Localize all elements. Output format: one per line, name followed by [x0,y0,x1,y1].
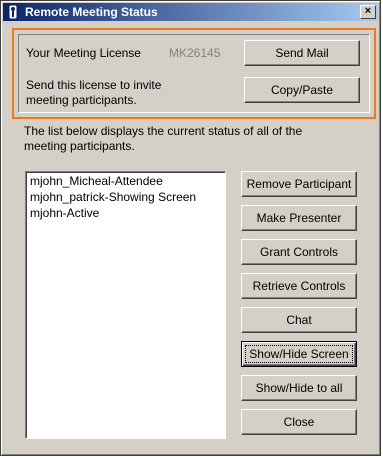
license-panel: Your Meeting License MK26145 Send this l… [12,28,376,119]
chat-button[interactable]: Chat [241,307,357,333]
description-line2: meeting participants. [24,139,135,153]
window-title: Remote Meeting Status [25,5,158,19]
remove-participant-button[interactable]: Remove Participant [241,171,357,197]
close-icon[interactable]: × [360,5,376,19]
title-bar[interactable]: Remote Meeting Status × [3,3,378,21]
show-hide-to-all-button[interactable]: Show/Hide to all [241,375,357,401]
license-value: MK26145 [169,46,221,60]
license-label: Your Meeting License [26,46,141,60]
show-hide-screen-button[interactable]: Show/Hide Screen [241,341,357,367]
app-key-icon [6,4,20,20]
remote-meeting-status-window: Remote Meeting Status × Your Meeting Lic… [0,0,381,456]
participant-list[interactable]: mjohn_Micheal-Attendee mjohn_patrick-Sho… [25,171,226,439]
close-button[interactable]: Close [241,409,357,435]
list-item[interactable]: mjohn-Active [30,206,99,221]
description-line1: The list below displays the current stat… [24,124,303,138]
license-hint-line2: meeting participants. [26,93,137,107]
list-item[interactable]: mjohn_Micheal-Attendee [30,174,163,189]
grant-controls-button[interactable]: Grant Controls [241,239,357,265]
copy-paste-button[interactable]: Copy/Paste [244,77,360,103]
send-mail-button[interactable]: Send Mail [244,40,360,66]
license-hint-line1: Send this license to invite [26,78,162,92]
list-item[interactable]: mjohn_patrick-Showing Screen [30,190,196,205]
show-hide-screen-label: Show/Hide Screen [249,347,349,361]
make-presenter-button[interactable]: Make Presenter [241,205,357,231]
retrieve-controls-button[interactable]: Retrieve Controls [241,273,357,299]
